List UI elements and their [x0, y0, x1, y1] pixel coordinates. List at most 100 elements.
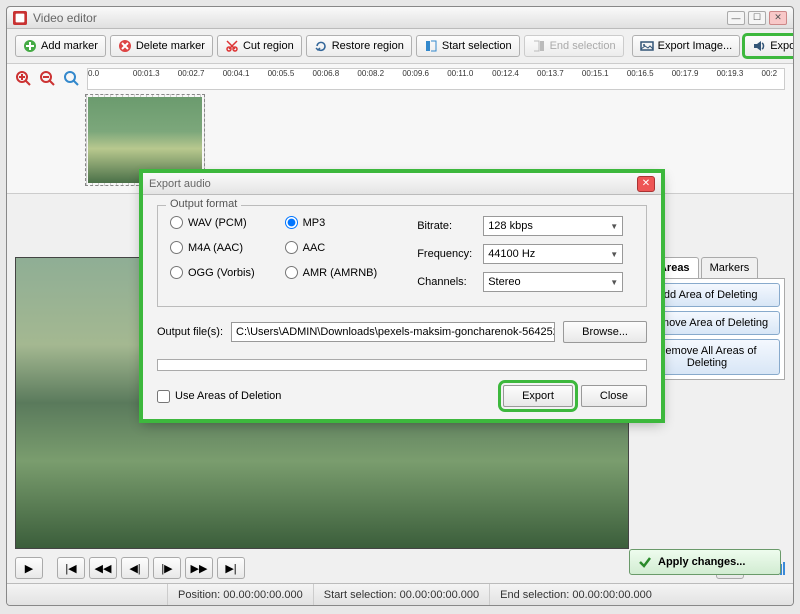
end-sel-value: 00.00:00:00.000 [572, 589, 652, 601]
cut-region-label: Cut region [243, 40, 294, 52]
check-icon [638, 555, 652, 569]
output-files-label: Output file(s): [157, 326, 223, 338]
chevron-down-icon: ▼ [610, 278, 618, 287]
bitrate-label: Bitrate: [417, 220, 477, 232]
go-start-button[interactable]: |◀ [57, 557, 85, 579]
end-sel-label: End selection: [500, 589, 569, 601]
add-marker-label: Add marker [41, 40, 98, 52]
radio-amr-label: AMR (AMRNB) [303, 267, 378, 279]
output-format-legend: Output format [166, 198, 241, 210]
channels-label: Channels: [417, 276, 477, 288]
radio-ogg[interactable]: OGG (Vorbis) [170, 266, 255, 279]
bitrate-select[interactable]: 128 kbps ▼ [483, 216, 623, 236]
restore-region-label: Restore region [332, 40, 404, 52]
step-fwd-button[interactable]: |▶ [153, 557, 181, 579]
output-path-field[interactable]: C:\Users\ADMIN\Downloads\pexels-maksim-g… [231, 322, 555, 342]
frequency-value: 44100 Hz [488, 248, 535, 260]
play-button[interactable]: ▶ [15, 557, 43, 579]
export-audio-dialog: Export audio ✕ Output format WAV (PCM) M… [142, 172, 662, 420]
add-marker-button[interactable]: Add marker [15, 35, 106, 57]
output-format-group: Output format WAV (PCM) M4A (AAC) OGG (V… [157, 205, 647, 307]
radio-m4a[interactable]: M4A (AAC) [170, 241, 255, 254]
minimize-button[interactable]: — [727, 11, 745, 25]
chevron-down-icon: ▼ [610, 250, 618, 259]
export-audio-icon [752, 39, 766, 53]
app-icon [13, 11, 27, 25]
zoom-in-icon[interactable] [15, 70, 33, 88]
start-sel-icon [424, 39, 438, 53]
remove-area-label: Remove Area of Deleting [646, 317, 768, 329]
export-image-label: Export Image... [658, 40, 733, 52]
scissors-icon [225, 39, 239, 53]
add-area-label: Add Area of Deleting [657, 289, 758, 301]
main-window: Video editor — ☐ ✕ Add marker Delete mar… [6, 6, 794, 606]
browse-button[interactable]: Browse... [563, 321, 647, 343]
radio-m4a-label: M4A (AAC) [188, 242, 243, 254]
delete-marker-button[interactable]: Delete marker [110, 35, 213, 57]
use-areas-checkbox[interactable]: Use Areas of Deletion [157, 390, 281, 403]
export-image-icon [640, 39, 654, 53]
position-label: Position: [178, 589, 220, 601]
start-selection-label: Start selection [442, 40, 512, 52]
zoom-fit-icon[interactable] [63, 70, 81, 88]
main-toolbar: Add marker Delete marker Cut region Rest… [7, 29, 793, 64]
radio-wav-label: WAV (PCM) [188, 217, 247, 229]
radio-amr[interactable]: AMR (AMRNB) [285, 266, 378, 279]
remove-all-label: Remove All Areas of Deleting [657, 345, 756, 369]
radio-mp3[interactable]: MP3 [285, 216, 378, 229]
export-audio-button[interactable]: Export Audio... [744, 35, 794, 57]
maximize-button[interactable]: ☐ [748, 11, 766, 25]
radio-wav[interactable]: WAV (PCM) [170, 216, 255, 229]
start-sel-label: Start selection: [324, 589, 397, 601]
plus-icon [23, 39, 37, 53]
channels-value: Stereo [488, 276, 520, 288]
close-window-button[interactable]: ✕ [769, 11, 787, 25]
restore-icon [314, 39, 328, 53]
frequency-label: Frequency: [417, 248, 477, 260]
step-back-button[interactable]: ◀| [121, 557, 149, 579]
go-end-button[interactable]: ▶| [217, 557, 245, 579]
restore-region-button[interactable]: Restore region [306, 35, 412, 57]
delete-icon [118, 39, 132, 53]
rewind-button[interactable]: ◀◀ [89, 557, 117, 579]
radio-aac[interactable]: AAC [285, 241, 378, 254]
dialog-titlebar: Export audio ✕ [143, 173, 661, 195]
forward-button[interactable]: ▶▶ [185, 557, 213, 579]
channels-select[interactable]: Stereo ▼ [483, 272, 623, 292]
frequency-select[interactable]: 44100 Hz ▼ [483, 244, 623, 264]
use-areas-label: Use Areas of Deletion [175, 390, 281, 402]
browse-label: Browse... [582, 326, 628, 338]
end-selection-button: End selection [524, 35, 624, 57]
statusbar: Position: 00.00:00:00.000 Start selectio… [7, 583, 793, 605]
export-image-button[interactable]: Export Image... [632, 35, 741, 57]
radio-aac-label: AAC [303, 242, 326, 254]
window-title: Video editor [33, 11, 724, 25]
titlebar: Video editor — ☐ ✕ [7, 7, 793, 29]
position-value: 00.00:00:00.000 [223, 589, 303, 601]
chevron-down-icon: ▼ [610, 222, 618, 231]
radio-ogg-label: OGG (Vorbis) [188, 267, 255, 279]
tab-markers-label: Markers [710, 262, 750, 274]
close-dialog-button[interactable]: Close [581, 385, 647, 407]
timeline-ruler[interactable]: 0.000:01.300:02.700:04.100:05.500:06.800… [87, 68, 785, 90]
close-label: Close [600, 390, 628, 402]
apply-label: Apply changes... [658, 556, 745, 568]
cut-region-button[interactable]: Cut region [217, 35, 302, 57]
radio-mp3-label: MP3 [303, 217, 326, 229]
start-selection-button[interactable]: Start selection [416, 35, 520, 57]
export-progress [157, 359, 647, 371]
export-label: Export [522, 390, 554, 402]
tab-markers[interactable]: Markers [701, 257, 759, 278]
start-sel-value: 00.00:00:00.000 [400, 589, 480, 601]
export-audio-label: Export Audio... [770, 40, 794, 52]
dialog-close-button[interactable]: ✕ [637, 176, 655, 192]
dialog-title: Export audio [149, 178, 637, 190]
end-sel-icon [532, 39, 546, 53]
end-selection-label: End selection [550, 40, 616, 52]
output-path-value: C:\Users\ADMIN\Downloads\pexels-maksim-g… [236, 326, 555, 338]
delete-marker-label: Delete marker [136, 40, 205, 52]
apply-changes-button[interactable]: Apply changes... [629, 549, 781, 575]
zoom-out-icon[interactable] [39, 70, 57, 88]
export-button[interactable]: Export [503, 385, 573, 407]
bitrate-value: 128 kbps [488, 220, 533, 232]
